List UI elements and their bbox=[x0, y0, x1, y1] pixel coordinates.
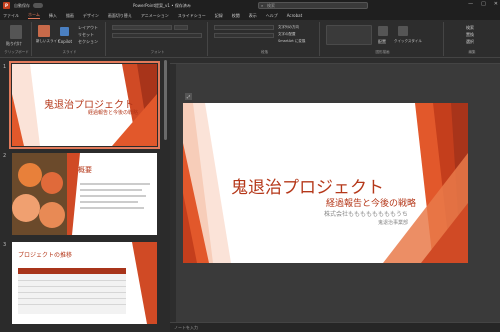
thumbnail-number-2: 2 bbox=[3, 153, 7, 159]
thumbnail-scrollbar[interactable] bbox=[164, 60, 167, 140]
horizontal-ruler bbox=[170, 58, 500, 64]
thumbnail-slide-3[interactable]: プロジェクトの推移 bbox=[12, 242, 157, 324]
thumbnail-slide-2[interactable]: 概要 bbox=[12, 153, 157, 235]
menu-draw[interactable]: 描画 bbox=[66, 13, 74, 19]
paragraph-group-label: 段落 bbox=[261, 50, 268, 54]
ribbon: 貼り付け クリップボード 新しいスライド Copilot レイアウト リセット … bbox=[0, 20, 500, 58]
align-buttons-row[interactable] bbox=[214, 33, 274, 38]
editing-group: 検索 置換 選択 編集 bbox=[446, 22, 498, 56]
thumbnail-number-3: 3 bbox=[3, 242, 7, 248]
drawing-group: 配置 クイックスタイル 図形描画 bbox=[322, 22, 444, 56]
slides-group: 新しいスライド Copilot レイアウト リセット セクション スライド bbox=[34, 22, 106, 56]
menu-design[interactable]: デザイン bbox=[83, 13, 99, 19]
minimize-button[interactable]: — bbox=[468, 1, 473, 7]
font-group: フォント bbox=[108, 22, 208, 56]
menu-help[interactable]: ヘルプ bbox=[266, 13, 278, 19]
editing-group-label: 編集 bbox=[468, 50, 476, 54]
notes-input[interactable]: ノートを入力 bbox=[170, 322, 500, 332]
font-name-select[interactable] bbox=[112, 25, 172, 30]
title-bar: P 自動保存 PowerPoint提案_v1 • 保存済み ⌕ 検索 — □ ✕ bbox=[0, 0, 500, 11]
font-group-label: フォント bbox=[150, 50, 165, 54]
slide-subtitle[interactable]: 経過報告と今後の戦略 bbox=[326, 196, 416, 209]
font-format-row[interactable] bbox=[112, 33, 202, 38]
paragraph-group: 文字列の方向 文字の配置 SmartArt に変換 段落 bbox=[210, 22, 320, 56]
shapes-gallery[interactable] bbox=[326, 25, 372, 45]
arrange-button[interactable]: 配置 bbox=[378, 39, 386, 45]
paste-button[interactable]: 貼り付け bbox=[6, 41, 22, 47]
paste-icon bbox=[10, 25, 22, 39]
section-button[interactable]: セクション bbox=[78, 39, 98, 45]
thumbnail-1-subtitle: 経過報告と今後の戦略 bbox=[88, 110, 139, 116]
slide-company[interactable]: 株式会社ももももももももうち bbox=[324, 209, 408, 218]
copilot-button[interactable]: Copilot bbox=[58, 39, 72, 44]
clipboard-group: 貼り付け クリップボード bbox=[2, 22, 32, 56]
quick-styles-icon bbox=[398, 26, 408, 36]
find-button[interactable]: 検索 bbox=[466, 25, 474, 31]
menu-home[interactable]: ホーム bbox=[28, 12, 40, 19]
powerpoint-app-icon: P bbox=[3, 2, 10, 9]
file-name: PowerPoint提案_v1 • 保存済み bbox=[133, 2, 191, 8]
search-placeholder: 検索 bbox=[267, 3, 275, 8]
menu-review[interactable]: 校閲 bbox=[232, 13, 240, 19]
menu-insert[interactable]: 挿入 bbox=[49, 13, 57, 19]
text-direction-button[interactable]: 文字列の方向 bbox=[278, 25, 299, 30]
search-icon: ⌕ bbox=[261, 3, 264, 8]
align-text-button[interactable]: 文字の配置 bbox=[278, 32, 296, 37]
select-button[interactable]: 選択 bbox=[466, 39, 474, 45]
menu-file[interactable]: ファイル bbox=[3, 13, 19, 19]
new-slide-button[interactable]: 新しいスライド bbox=[36, 39, 61, 44]
menu-animations[interactable]: アニメーション bbox=[141, 13, 169, 19]
autosave-toggle[interactable] bbox=[33, 3, 43, 8]
maximize-button[interactable]: □ bbox=[481, 1, 486, 7]
quick-styles-button[interactable]: クイックスタイル bbox=[394, 39, 422, 44]
slide-anchor-icon[interactable]: ⤢ bbox=[185, 93, 192, 100]
smartart-button[interactable]: SmartArt に変換 bbox=[278, 39, 305, 44]
arrange-icon bbox=[378, 26, 388, 36]
slides-group-label: スライド bbox=[62, 50, 77, 54]
menu-transitions[interactable]: 画面切り替え bbox=[108, 13, 132, 19]
thumbnail-number-1: 1 bbox=[3, 64, 7, 70]
autosave-label: 自動保存 bbox=[14, 2, 30, 8]
drawing-group-label: 図形描画 bbox=[375, 50, 390, 54]
menu-slideshow[interactable]: スライドショー bbox=[178, 13, 206, 19]
font-size-select[interactable] bbox=[174, 25, 188, 30]
thumbnail-slide-1[interactable]: 鬼退治プロジェクト 経過報告と今後の戦略 bbox=[9, 61, 160, 149]
replace-button[interactable]: 置換 bbox=[466, 32, 474, 38]
slide-department[interactable]: 鬼退治事業部 bbox=[378, 219, 408, 226]
layout-button[interactable]: レイアウト bbox=[78, 25, 98, 31]
menu-bar: ファイル ホーム 挿入 描画 デザイン 画面切り替え アニメーション スライドシ… bbox=[0, 11, 500, 20]
main-slide[interactable]: 鬼退治プロジェクト 経過報告と今後の戦略 株式会社ももももももももうち 鬼退治事… bbox=[183, 103, 468, 263]
search-input[interactable]: ⌕ 検索 bbox=[258, 2, 368, 9]
thumbnail-3-title: プロジェクトの推移 bbox=[18, 252, 73, 259]
thumbnail-2-title: 概要 bbox=[78, 166, 92, 174]
new-slide-icon bbox=[38, 25, 50, 37]
menu-view[interactable]: 表示 bbox=[249, 13, 257, 19]
slide-title[interactable]: 鬼退治プロジェクト bbox=[231, 173, 384, 198]
copilot-icon bbox=[60, 27, 69, 36]
vertical-ruler bbox=[170, 64, 176, 322]
menu-acrobat[interactable]: Acrobat bbox=[287, 13, 302, 18]
reset-button[interactable]: リセット bbox=[78, 32, 94, 38]
close-button[interactable]: ✕ bbox=[494, 1, 498, 7]
clipboard-group-label: クリップボード bbox=[4, 50, 29, 54]
menu-record[interactable]: 記録 bbox=[215, 13, 223, 19]
list-buttons-row[interactable] bbox=[214, 25, 274, 30]
